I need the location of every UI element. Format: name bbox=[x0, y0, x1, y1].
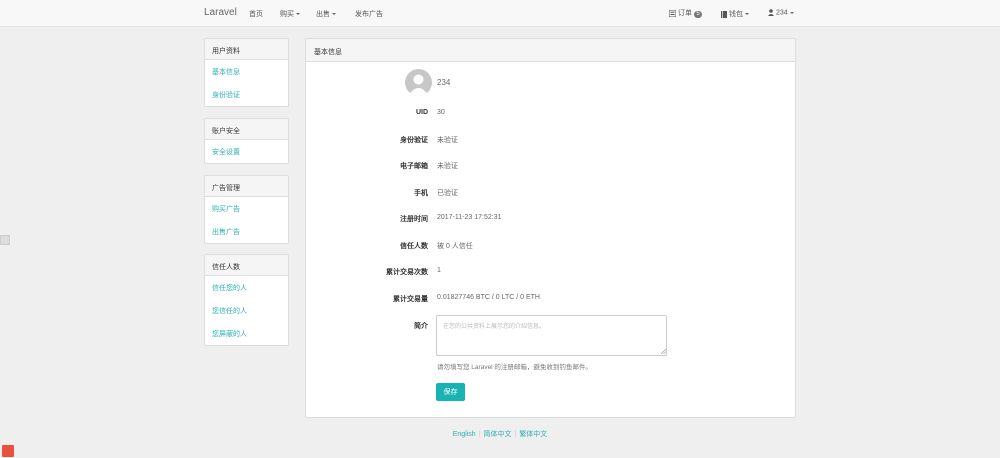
lang-simplified-link[interactable]: 简体中文 bbox=[483, 431, 511, 438]
user-label: 234 bbox=[776, 9, 788, 17]
language-footer: English | 简体中文 | 繁体中文 bbox=[0, 429, 1000, 439]
sidebar-panel-profile: 用户资料 基本信息 身份验证 bbox=[204, 38, 289, 107]
nav-orders-link[interactable]: 订单 5 bbox=[669, 8, 702, 18]
sidebar-item-you-blocked[interactable]: 您屏蔽的人 bbox=[205, 322, 288, 345]
navbar: Laravel 首页 购买 出售 发布广告 订单 5 钱包 234 bbox=[0, 0, 1000, 27]
field-label-trade-volume: 累计交易量 bbox=[393, 296, 428, 303]
nav-buy-dropdown[interactable]: 购买 bbox=[280, 9, 300, 19]
caret-down-icon bbox=[745, 13, 749, 16]
sidebar-heading: 信任人数 bbox=[205, 255, 288, 276]
caret-down-icon bbox=[332, 13, 336, 16]
sidebar-heading: 用户资料 bbox=[205, 39, 288, 60]
field-value-trade-count: 1 bbox=[437, 267, 441, 274]
nav-user-dropdown[interactable]: 234 bbox=[768, 9, 794, 16]
book-icon bbox=[721, 10, 727, 18]
field-label-trust-count: 信任人数 bbox=[400, 243, 428, 250]
field-label-email: 电子邮箱 bbox=[400, 163, 428, 170]
separator: | bbox=[514, 431, 517, 438]
wallet-label: 钱包 bbox=[729, 11, 743, 18]
bio-hint: 请勿填写您 Laravel 的注册邮箱，避免收到钓鱼邮件。 bbox=[437, 364, 592, 371]
resize-grip-icon[interactable] bbox=[660, 348, 666, 354]
nav-buy-label: 购买 bbox=[280, 11, 294, 18]
field-value-trust-count: 被 0 人信任 bbox=[437, 243, 473, 250]
caret-down-icon bbox=[296, 13, 300, 16]
sidebar-item-identity[interactable]: 身份验证 bbox=[205, 83, 288, 106]
orders-count-badge: 5 bbox=[694, 11, 702, 18]
sidebar-heading: 账户安全 bbox=[205, 119, 288, 140]
sidebar-panel-security: 账户安全 安全设置 bbox=[204, 118, 289, 164]
separator: | bbox=[478, 431, 481, 438]
sidebar-heading: 广告管理 bbox=[205, 176, 288, 197]
field-label-registered: 注册时间 bbox=[400, 216, 428, 223]
user-icon bbox=[768, 9, 774, 16]
nav-sell-dropdown[interactable]: 出售 bbox=[316, 9, 336, 19]
side-toggle-icon[interactable] bbox=[0, 235, 10, 245]
nav-post-ad-link[interactable]: 发布广告 bbox=[355, 9, 383, 19]
panel-title: 基本信息 bbox=[306, 39, 795, 62]
field-value-email: 未验证 bbox=[437, 163, 458, 170]
lang-english-link[interactable]: English bbox=[453, 431, 476, 438]
field-label-bio: 简介 bbox=[414, 323, 428, 330]
brand-logo[interactable]: Laravel bbox=[204, 7, 237, 18]
sidebar-panel-trust: 信任人数 信任您的人 您信任的人 您屏蔽的人 bbox=[204, 254, 289, 346]
avatar bbox=[405, 69, 432, 96]
nav-wallet-dropdown[interactable]: 钱包 bbox=[721, 9, 749, 19]
save-button[interactable]: 保存 bbox=[436, 383, 465, 401]
field-value-registered: 2017-11-23 17:52:31 bbox=[437, 214, 502, 221]
list-icon bbox=[669, 9, 676, 17]
field-value-phone: 已验证 bbox=[437, 190, 458, 197]
sidebar-item-trusts-you[interactable]: 信任您的人 bbox=[205, 276, 288, 299]
sidebar-item-security-settings[interactable]: 安全设置 bbox=[205, 140, 288, 163]
username: 234 bbox=[437, 78, 451, 87]
default-avatar-icon bbox=[408, 74, 429, 96]
nav-sell-label: 出售 bbox=[316, 11, 330, 18]
caret-down-icon bbox=[789, 11, 794, 14]
sidebar-item-sell-ads[interactable]: 出售广告 bbox=[205, 220, 288, 243]
field-label-phone: 手机 bbox=[414, 190, 428, 197]
profile-panel: 基本信息 234 UID 30 身份验证 未验证 电子邮箱 未验证 手机 已验证… bbox=[305, 38, 796, 418]
sidebar-item-basic-info[interactable]: 基本信息 bbox=[205, 60, 288, 83]
field-value-trade-volume: 0.01827746 BTC / 0 LTC / 0 ETH bbox=[437, 294, 540, 301]
lang-traditional-link[interactable]: 繁体中文 bbox=[519, 431, 547, 438]
nav-home-link[interactable]: 首页 bbox=[249, 9, 263, 19]
field-value-uid: 30 bbox=[437, 109, 445, 116]
field-value-identity: 未验证 bbox=[437, 137, 458, 144]
field-label-uid: UID bbox=[415, 109, 428, 116]
bio-textarea[interactable] bbox=[436, 315, 667, 356]
field-label-trade-count: 累计交易次数 bbox=[386, 269, 428, 276]
sidebar-panel-ads: 广告管理 购买广告 出售广告 bbox=[204, 175, 289, 244]
sidebar-item-you-trust[interactable]: 您信任的人 bbox=[205, 299, 288, 322]
field-label-identity: 身份验证 bbox=[400, 137, 428, 144]
app-logo-icon bbox=[2, 445, 14, 457]
orders-label: 订单 bbox=[678, 10, 692, 17]
sidebar-item-buy-ads[interactable]: 购买广告 bbox=[205, 197, 288, 220]
